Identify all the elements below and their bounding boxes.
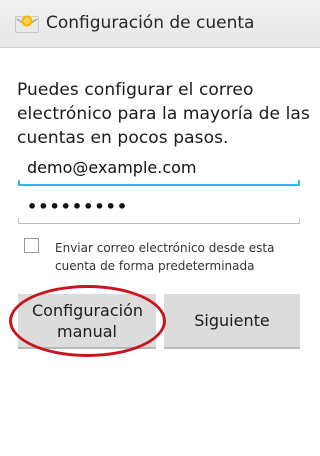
manual-setup-button[interactable]: Configuración manual [18,294,156,349]
password-underline [18,218,300,224]
password-value: ••••••••• [27,197,129,216]
manual-setup-label: Configuración manual [32,300,144,341]
email-value: demo@example.com [27,158,197,177]
page-title: Configuración de cuenta [46,13,255,33]
next-label: Siguiente [194,311,270,330]
password-field[interactable]: ••••••••• [18,192,300,224]
default-account-label[interactable]: Enviar correo electrónico desde esta cue… [55,239,305,275]
email-underline [18,180,300,186]
email-field[interactable]: demo@example.com [18,154,300,186]
action-bar: Configuración de cuenta [0,0,320,48]
intro-text: Puedes configurar el correo electrónico … [17,80,310,148]
next-button[interactable]: Siguiente [164,294,300,349]
default-account-checkbox[interactable] [24,238,39,253]
email-app-icon [15,15,39,33]
